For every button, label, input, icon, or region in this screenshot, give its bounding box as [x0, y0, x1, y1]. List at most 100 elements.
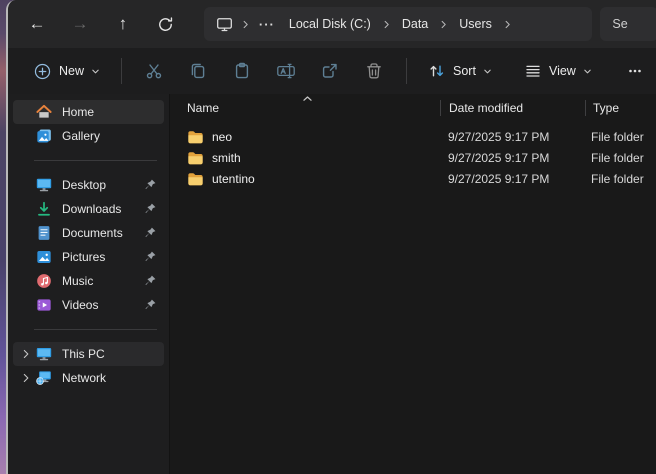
file-row-utentino[interactable]: utentino 9/27/2025 9:17 PM File folder — [170, 168, 656, 189]
rename-button[interactable] — [264, 54, 308, 88]
sidebar-item-label: Pictures — [62, 250, 143, 264]
gallery-icon — [35, 127, 53, 145]
paste-button[interactable] — [220, 54, 264, 88]
sort-arrows-icon — [428, 62, 446, 80]
breadcrumb-chevron-icon — [502, 19, 513, 30]
chevron-down-icon — [483, 67, 492, 76]
sort-button[interactable]: Sort — [417, 54, 503, 88]
sidebar-separator — [34, 160, 157, 161]
navigation-pane: Home Gallery Desktop — [8, 94, 170, 474]
sort-ascending-caret-icon — [302, 94, 313, 102]
up-arrow-icon: ↑ — [119, 14, 128, 34]
sidebar-item-label: Home — [62, 105, 157, 119]
sidebar-item-home[interactable]: Home — [13, 100, 164, 124]
breadcrumb-item-local-disk[interactable]: Local Disk (C:) — [281, 17, 379, 31]
home-icon — [35, 103, 53, 121]
desktop-icon — [35, 176, 53, 194]
sidebar-item-label: Network — [62, 371, 157, 385]
column-header-date-modified[interactable]: Date modified — [441, 101, 585, 115]
breadcrumb-item-data[interactable]: Data — [394, 17, 436, 31]
sidebar-item-network[interactable]: Network — [13, 366, 164, 390]
copy-icon — [188, 61, 208, 81]
pin-icon[interactable] — [143, 202, 157, 216]
ellipsis-icon — [626, 62, 644, 80]
chevron-down-icon — [91, 67, 100, 76]
sidebar-item-label: Gallery — [62, 129, 157, 143]
downloads-icon — [35, 200, 53, 218]
sidebar-item-downloads[interactable]: Downloads — [13, 197, 164, 221]
pin-icon[interactable] — [143, 250, 157, 264]
view-button[interactable]: View — [513, 54, 603, 88]
sidebar-separator — [34, 329, 157, 330]
sidebar-item-label: Videos — [62, 298, 143, 312]
expand-chevron-icon[interactable] — [17, 373, 35, 383]
sidebar-item-label: This PC — [62, 347, 157, 361]
search-box[interactable]: Se — [600, 7, 656, 41]
sidebar-item-label: Music — [62, 274, 143, 288]
view-list-icon — [524, 62, 542, 80]
copy-button[interactable] — [176, 54, 220, 88]
back-button[interactable]: ← — [18, 6, 56, 42]
share-button[interactable] — [308, 54, 352, 88]
chevron-down-icon — [583, 67, 592, 76]
cut-button[interactable] — [132, 54, 176, 88]
music-icon — [35, 272, 53, 290]
breadcrumb-chevron-icon — [381, 19, 392, 30]
sidebar-item-pictures[interactable]: Pictures — [13, 245, 164, 269]
trash-icon — [364, 61, 384, 81]
address-bar[interactable]: ··· Local Disk (C:) Data Users — [204, 7, 593, 41]
breadcrumb-overflow[interactable]: ··· — [253, 17, 281, 32]
sidebar-item-this-pc[interactable]: This PC — [13, 342, 164, 366]
file-type: File folder — [584, 130, 656, 144]
breadcrumb-chevron-icon — [438, 19, 449, 30]
file-date-modified: 9/27/2025 9:17 PM — [440, 172, 584, 186]
new-button[interactable]: New — [22, 54, 111, 88]
documents-icon — [35, 224, 53, 242]
sidebar-item-gallery[interactable]: Gallery — [13, 124, 164, 148]
navigation-bar: ← → ↑ ··· Local Disk (C:) Data Users Se — [8, 0, 656, 48]
new-button-label: New — [59, 64, 84, 78]
command-toolbar: New — [8, 48, 656, 94]
this-pc-monitor-icon — [216, 15, 234, 33]
videos-icon — [35, 296, 53, 314]
window-body: Home Gallery Desktop — [8, 94, 656, 474]
file-list-pane: Name Date modified Type neo 9/27/2025 9:… — [170, 94, 656, 474]
folder-icon — [187, 171, 204, 187]
file-date-modified: 9/27/2025 9:17 PM — [440, 130, 584, 144]
pin-icon[interactable] — [143, 226, 157, 240]
sort-button-label: Sort — [453, 64, 476, 78]
expand-chevron-icon[interactable] — [17, 349, 35, 359]
forward-button[interactable]: → — [61, 6, 99, 42]
rename-icon — [276, 61, 296, 81]
sidebar-item-label: Downloads — [62, 202, 143, 216]
network-icon — [35, 369, 53, 387]
up-button[interactable]: ↑ — [104, 6, 142, 42]
sidebar-item-music[interactable]: Music — [13, 269, 164, 293]
sidebar-item-label: Desktop — [62, 178, 143, 192]
pin-icon[interactable] — [143, 298, 157, 312]
file-explorer-window: ← → ↑ ··· Local Disk (C:) Data Users Se — [6, 0, 656, 474]
refresh-button[interactable] — [147, 6, 185, 42]
breadcrumb-item-users[interactable]: Users — [451, 17, 500, 31]
file-row-smith[interactable]: smith 9/27/2025 9:17 PM File folder — [170, 147, 656, 168]
column-header-name[interactable]: Name — [170, 101, 440, 115]
view-button-label: View — [549, 64, 576, 78]
pictures-icon — [35, 248, 53, 266]
pin-icon[interactable] — [143, 178, 157, 192]
file-row-neo[interactable]: neo 9/27/2025 9:17 PM File folder — [170, 126, 656, 147]
file-type: File folder — [584, 151, 656, 165]
file-date-modified: 9/27/2025 9:17 PM — [440, 151, 584, 165]
file-type: File folder — [584, 172, 656, 186]
delete-button[interactable] — [352, 54, 396, 88]
toolbar-separator — [121, 58, 122, 84]
file-name: smith — [212, 151, 241, 165]
sidebar-item-videos[interactable]: Videos — [13, 293, 164, 317]
column-header-type[interactable]: Type — [586, 101, 656, 115]
scissors-icon — [144, 61, 164, 81]
back-arrow-icon: ← — [28, 14, 45, 34]
sidebar-item-desktop[interactable]: Desktop — [13, 173, 164, 197]
more-options-button[interactable] — [613, 54, 656, 88]
breadcrumb-chevron-icon — [240, 19, 251, 30]
pin-icon[interactable] — [143, 274, 157, 288]
sidebar-item-documents[interactable]: Documents — [13, 221, 164, 245]
